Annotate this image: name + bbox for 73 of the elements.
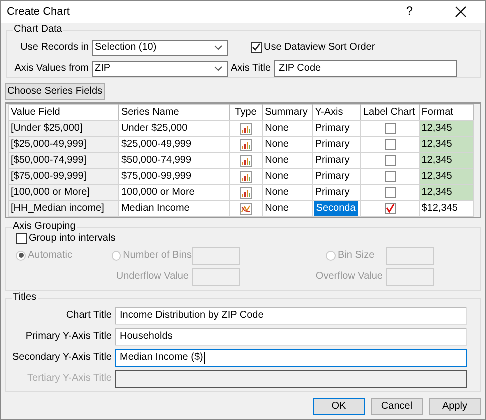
table-cell[interactable]: 12,345: [419, 184, 474, 200]
bar-chart-icon[interactable]: [240, 138, 252, 150]
table-cell: [$25,000-49,999]: [8, 136, 119, 152]
chevron-icon: [214, 66, 223, 72]
table-cell[interactable]: $75,000-99,999: [118, 168, 230, 184]
field-label: Secondary Y-Axis Title: [12, 352, 112, 364]
label-chart-checkbox[interactable]: [384, 154, 396, 166]
label-chart-checkbox[interactable]: [384, 138, 396, 150]
close-icon[interactable]: [455, 6, 467, 18]
window-title: Create Chart: [7, 6, 71, 18]
title-field[interactable]: Median Income ($): [115, 349, 467, 367]
field-label: Axis Title: [231, 62, 272, 74]
sort-order-checkbox[interactable]: Use Dataview Sort Order: [251, 42, 376, 54]
field-label: Tertiary Y-Axis Title: [26, 373, 112, 385]
table-cell: None: [262, 184, 313, 200]
title-field[interactable]: Income Distribution by ZIP Code: [115, 307, 467, 325]
table-cell[interactable]: Median Income: [118, 200, 230, 216]
field-label: Underflow Value: [115, 270, 190, 282]
group-title: Chart Data: [13, 24, 64, 36]
chevron-icon: [214, 44, 223, 50]
table-cell[interactable]: 100,000 or More: [118, 184, 230, 200]
column-header[interactable]: Value Field: [8, 104, 119, 120]
axis-title-field[interactable]: ZIP Code: [274, 60, 458, 77]
table-cell[interactable]: $12,345: [419, 200, 474, 216]
label-chart-checkbox[interactable]: [384, 170, 396, 182]
column-header[interactable]: Label Chart: [360, 104, 420, 120]
line-chart-icon[interactable]: [240, 202, 252, 214]
column-header[interactable]: Series Name: [118, 104, 230, 120]
column-header[interactable]: Type: [229, 104, 263, 120]
field-label: Use Records in: [20, 42, 89, 54]
table-cell[interactable]: 12,345: [419, 168, 474, 184]
bar-chart-icon[interactable]: [240, 170, 252, 182]
table-cell[interactable]: 12,345: [419, 120, 474, 136]
table-cell: [100,000 or More]: [8, 184, 119, 200]
bar-chart-icon[interactable]: [240, 186, 252, 198]
table-cell: [$50,000-74,999]: [8, 152, 119, 168]
bar-chart-icon[interactable]: [240, 122, 252, 134]
table-cell: [HH_Median income]: [8, 200, 119, 216]
label-chart-checkbox[interactable]: [384, 122, 396, 134]
table-cell: None: [262, 120, 313, 136]
column-header[interactable]: Format: [419, 104, 474, 120]
table-cell[interactable]: $25,000-49,999: [118, 136, 230, 152]
table-cell: [$75,000-99,999]: [8, 168, 119, 184]
table-cell[interactable]: 12,345: [419, 136, 474, 152]
label-chart-checkbox[interactable]: [384, 202, 396, 214]
column-header[interactable]: Summary: [262, 104, 313, 120]
dialog-button[interactable]: Apply: [429, 398, 481, 415]
help-button[interactable]: ?: [406, 5, 413, 19]
checkmark-icon: [251, 42, 262, 53]
table-cell: [Under $25,000]: [8, 120, 119, 136]
table-cell[interactable]: 12,345: [419, 152, 474, 168]
bar-chart-icon[interactable]: [240, 154, 252, 166]
column-header[interactable]: Y-Axis: [312, 104, 361, 120]
table-cell: None: [262, 136, 313, 152]
axis-values-dropdown[interactable]: ZIP: [92, 60, 228, 76]
checkmark-icon: [384, 202, 396, 214]
table-cell: None: [262, 168, 313, 184]
field-label: Axis Values from: [14, 62, 89, 74]
dialog-button[interactable]: Cancel: [371, 398, 423, 415]
choose-series-button[interactable]: Choose Series Fields: [5, 83, 105, 100]
table-cell: None: [262, 200, 313, 216]
dialog-button[interactable]: OK: [313, 398, 365, 415]
records-dropdown[interactable]: Selection (10): [92, 40, 228, 56]
group-title: Titles: [12, 292, 38, 304]
field-label: Primary Y-Axis Title: [24, 331, 112, 343]
table-cell[interactable]: $50,000-74,999: [118, 152, 230, 168]
label-chart-checkbox[interactable]: [384, 186, 396, 198]
title-field[interactable]: Households: [115, 328, 467, 346]
table-cell[interactable]: Under $25,000: [118, 120, 230, 136]
group-title: Axis Grouping: [12, 221, 77, 233]
field-label: Chart Title: [65, 310, 112, 322]
field-label: Overflow Value: [314, 270, 384, 282]
table-cell: None: [262, 152, 313, 168]
